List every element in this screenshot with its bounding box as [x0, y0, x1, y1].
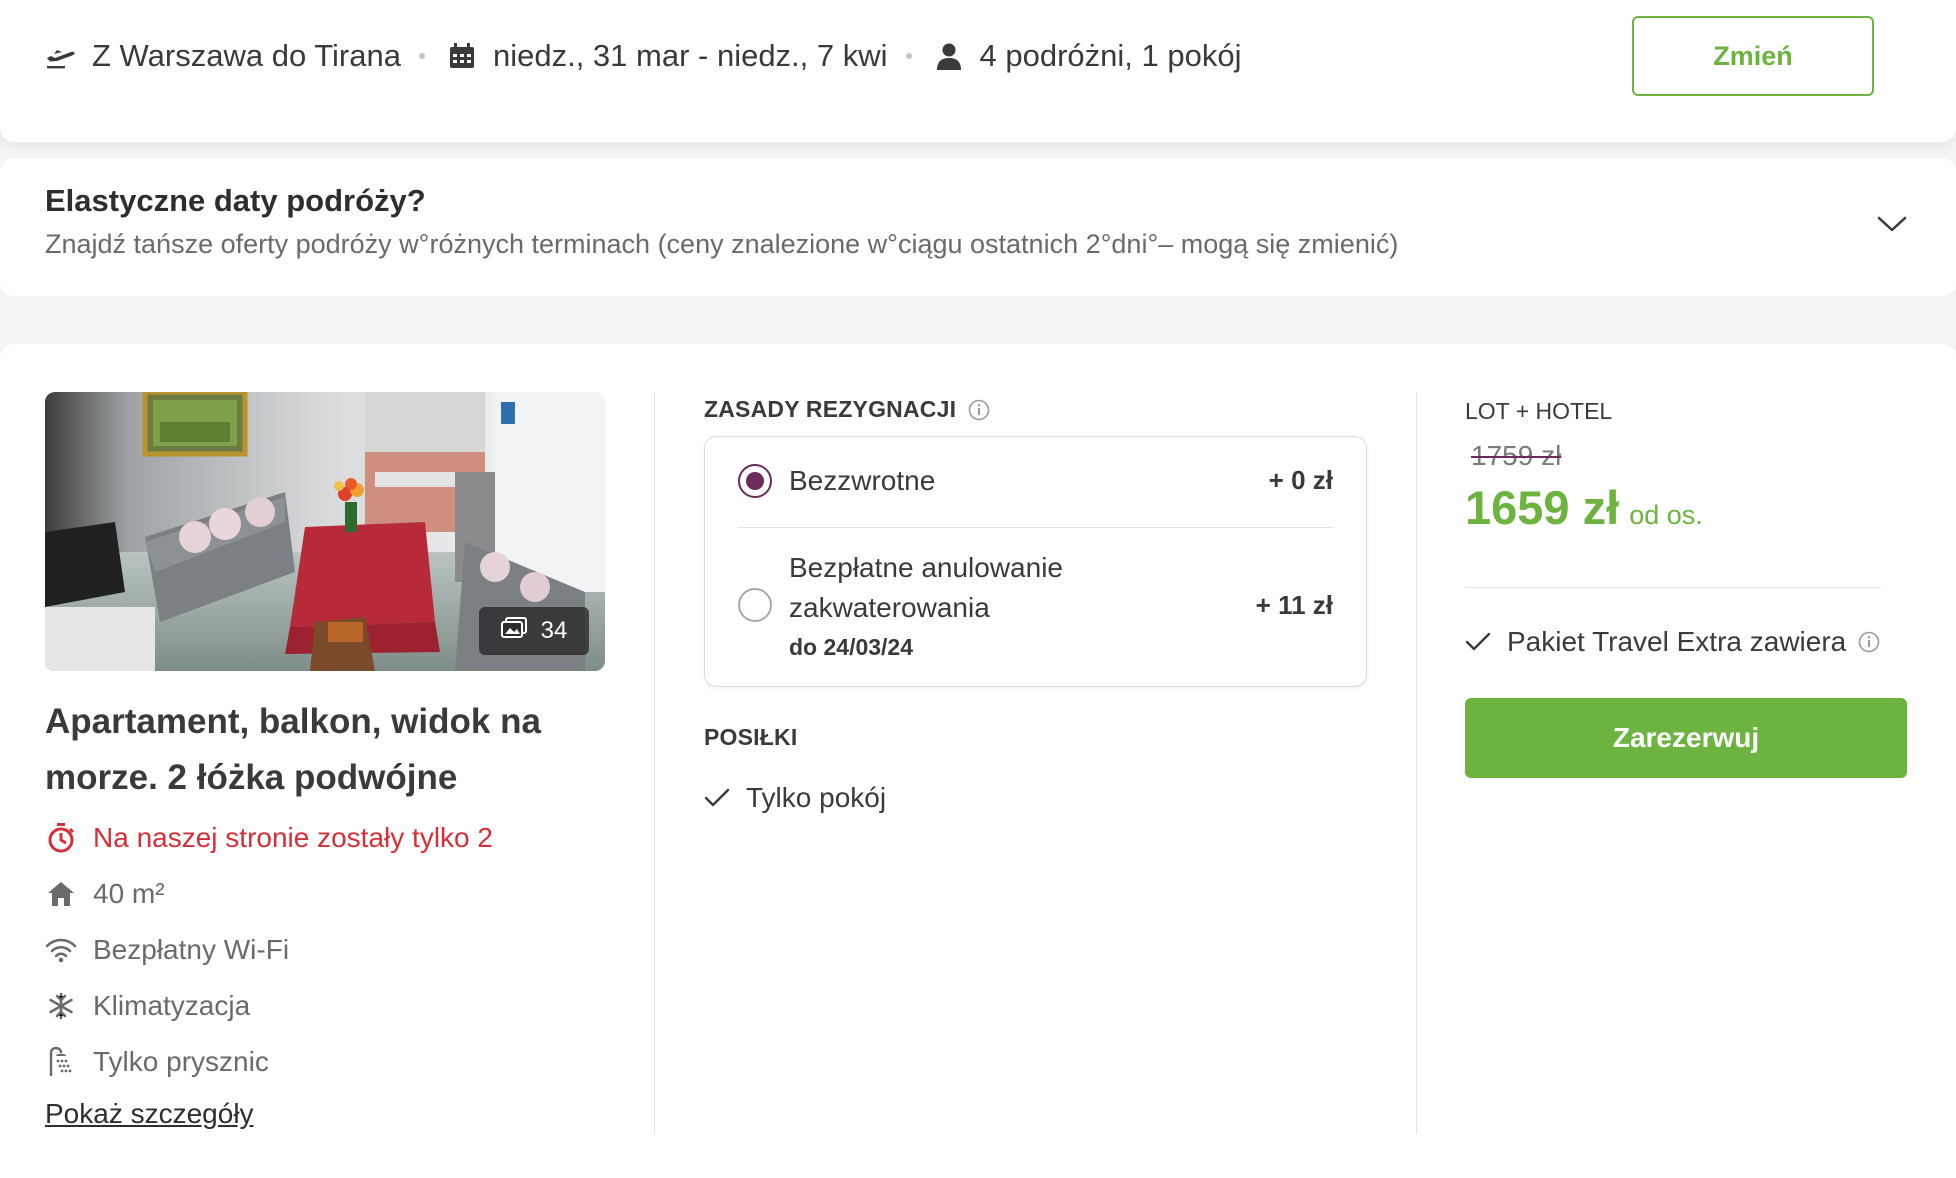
feature-ac: Klimatyzacja: [45, 986, 250, 1026]
per-person-label: od os.: [1629, 500, 1703, 530]
search-summary-bar: Z Warszawa do Tirana niedz., 31 mar - ni…: [0, 0, 1956, 142]
stopwatch-icon: [45, 822, 77, 854]
availability-alert-text: Na naszej stronie zostały tylko 2: [93, 822, 493, 853]
meal-item-text: Tylko pokój: [746, 782, 887, 813]
change-search-button[interactable]: Zmień: [1632, 16, 1874, 96]
feature-ac-text: Klimatyzacja: [93, 990, 251, 1021]
photo-count-text: 34: [540, 617, 568, 644]
option-price: + 0 zł: [1268, 465, 1333, 495]
room-photo[interactable]: 34: [45, 392, 605, 671]
calendar-icon: [445, 39, 479, 73]
shower-icon: [45, 1046, 77, 1078]
photo-count-badge[interactable]: 34: [479, 607, 589, 655]
trip-summary: Z Warszawa do Tirana niedz., 31 mar - ni…: [44, 36, 1242, 76]
separator-dot: [418, 53, 425, 59]
flexible-dates-title: Elastyczne daty podróży?: [45, 183, 426, 218]
feature-area-text: 40 m²: [93, 878, 165, 909]
column-divider: [1416, 392, 1417, 1134]
info-icon[interactable]: [968, 399, 990, 421]
option-label: Bezzwrotne: [789, 465, 936, 496]
cancellation-section-label: ZASADY REZYGNACJI: [704, 396, 990, 423]
travel-extra-text: Pakiet Travel Extra zawiera: [1507, 626, 1847, 657]
cancellation-option-free[interactable]: Bezpłatne anulowanie zakwaterowania do 2…: [705, 528, 1366, 688]
option-deadline: do 24/03/24: [789, 634, 914, 660]
travel-extra-row: Pakiet Travel Extra zawiera: [1465, 626, 1880, 658]
feature-wifi-text: Bezpłatny Wi-Fi: [93, 934, 290, 965]
feature-shower: Tylko prysznic: [45, 1042, 269, 1082]
flexible-dates-panel[interactable]: Elastyczne daty podróży? Znajdź tańsze o…: [0, 158, 1956, 296]
dates-text: niedz., 31 mar - niedz., 7 kwi: [492, 38, 888, 73]
person-icon: [932, 39, 966, 73]
cancellation-options: Bezzwrotne + 0 zł Bezpłatne anulowanie z…: [704, 436, 1367, 687]
plane-icon: [44, 39, 78, 73]
book-button[interactable]: Zarezerwuj: [1465, 698, 1907, 778]
package-label: LOT + HOTEL: [1465, 398, 1613, 424]
column-divider: [654, 392, 655, 1134]
cancellation-option-nonrefundable[interactable]: Bezzwrotne + 0 zł: [705, 437, 1366, 527]
cancellation-section-title: ZASADY REZYGNACJI: [704, 396, 957, 422]
gallery-icon: [500, 616, 527, 646]
flexible-dates-subtitle: Znajdź tańsze oferty podróży w°różnych t…: [45, 229, 1399, 259]
feature-shower-text: Tylko prysznic: [93, 1046, 269, 1077]
old-price: 1759 zł: [1471, 440, 1562, 471]
separator-dot: [905, 53, 912, 59]
option-price: + 11 zł: [1255, 590, 1333, 620]
availability-alert: Na naszej stronie zostały tylko 2: [45, 818, 493, 858]
radio-nonrefundable[interactable]: [738, 464, 772, 498]
hotel-offer-card: 34 Apartament, balkon, widok na morze. 2…: [0, 344, 1956, 1178]
snowflake-icon: [45, 990, 77, 1022]
price-block: 1659 zł od os.: [1465, 480, 1703, 535]
feature-wifi: Bezpłatny Wi-Fi: [45, 930, 289, 970]
route-text: Z Warszawa do Tirana: [92, 38, 401, 73]
check-icon: [704, 787, 730, 809]
wifi-icon: [45, 934, 77, 966]
room-title: Apartament, balkon, widok na morze. 2 łó…: [45, 702, 541, 797]
chevron-down-icon[interactable]: [1876, 212, 1908, 236]
radio-free-cancellation[interactable]: [738, 588, 772, 622]
option-label-line2: zakwaterowania: [789, 592, 990, 623]
show-details-link[interactable]: Pokaż szczegóły: [45, 1098, 254, 1130]
feature-area: 40 m²: [45, 874, 165, 914]
option-label-line1: Bezpłatne anulowanie: [789, 552, 1063, 583]
meals-section-label: POSIŁKI: [704, 724, 798, 750]
house-icon: [45, 878, 77, 910]
check-icon: [1465, 631, 1491, 653]
price-divider: [1465, 587, 1881, 588]
travellers-text: 4 podróżni, 1 pokój: [979, 38, 1242, 73]
new-price: 1659 zł: [1465, 481, 1620, 534]
meal-item: Tylko pokój: [704, 782, 886, 814]
info-icon[interactable]: [1858, 631, 1880, 653]
